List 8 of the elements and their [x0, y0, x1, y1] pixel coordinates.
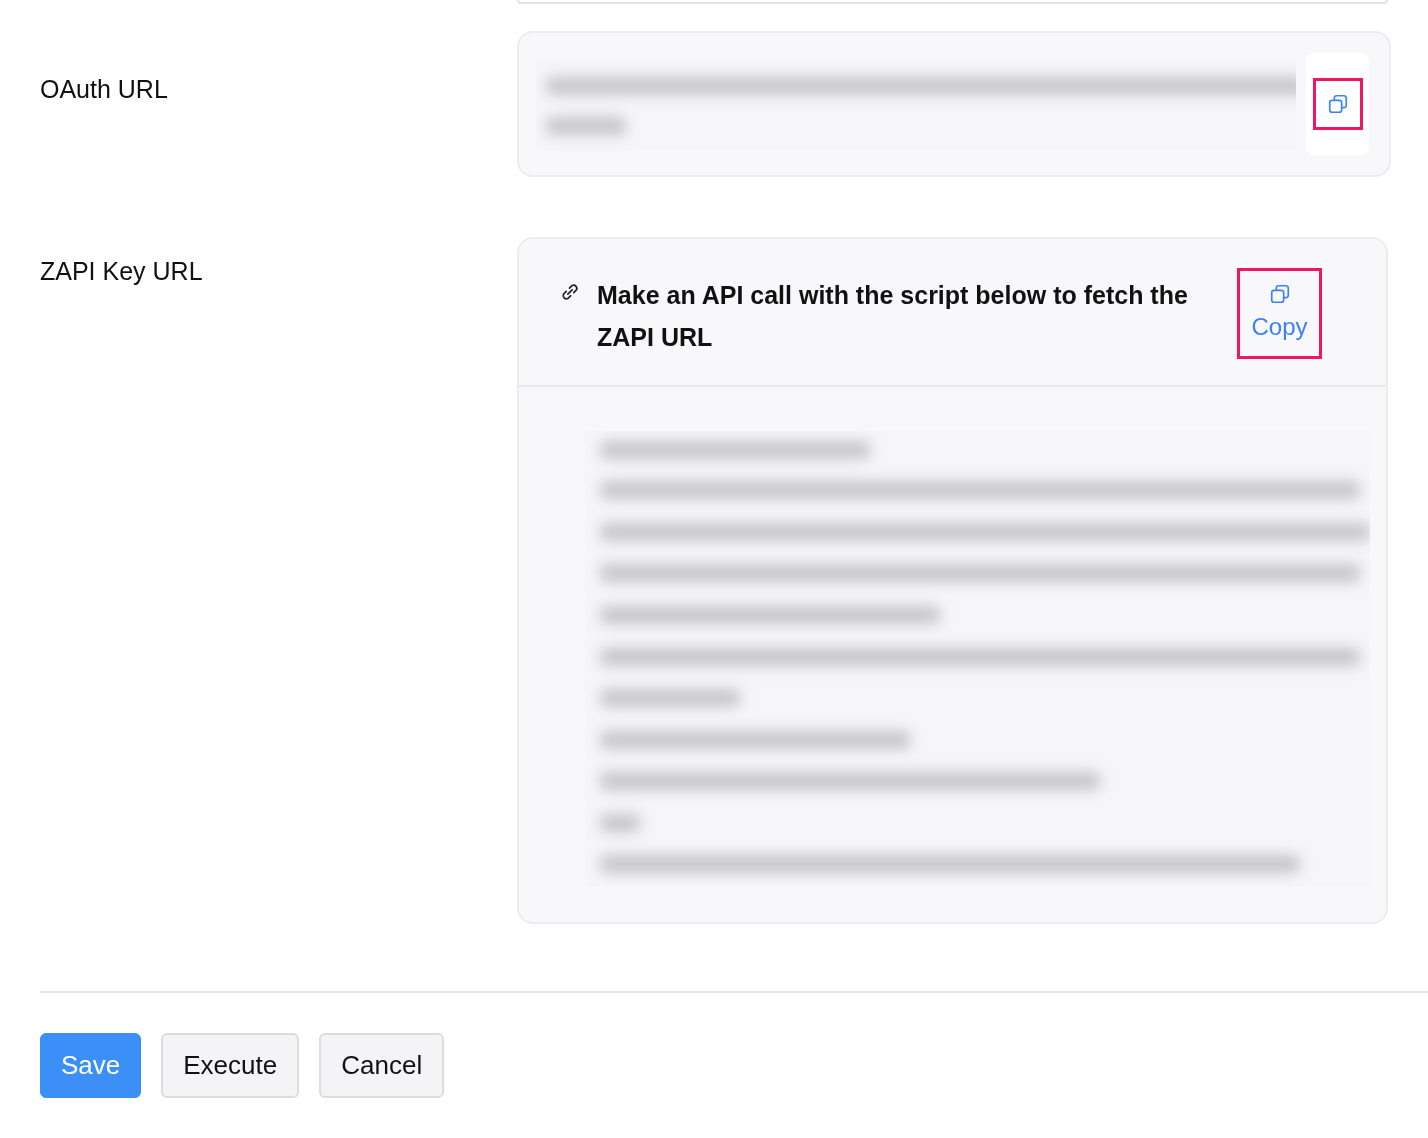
- field-label: OAuth URL: [40, 75, 168, 103]
- action-button[interactable]: Execute: [161, 1033, 300, 1098]
- copy-button[interactable]: [1306, 53, 1369, 155]
- action-button[interactable]: Cancel: [319, 1033, 445, 1098]
- instruction-text: Make an API call with the script below to fetch the ZAPI URL: [597, 280, 1189, 353]
- field-label: ZAPI Key URL: [40, 257, 203, 285]
- copy-icon: [1326, 93, 1349, 115]
- copy-icon: [1268, 282, 1291, 305]
